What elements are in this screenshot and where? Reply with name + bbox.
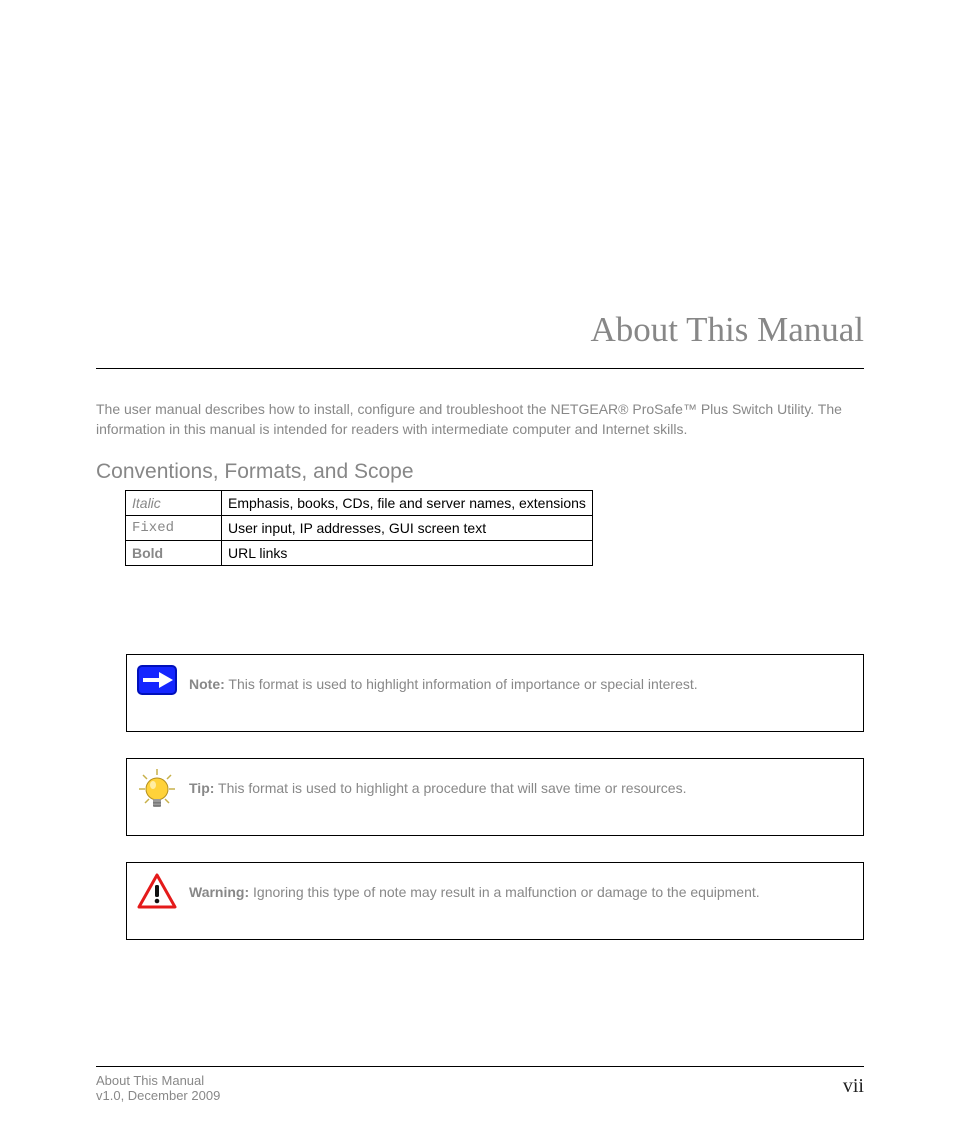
tip-body: This format is used to highlight a proce…: [218, 780, 686, 796]
style-bold: Bold: [126, 541, 222, 566]
table-row: Bold URL links: [126, 541, 593, 566]
table-row: Italic Emphasis, books, CDs, file and se…: [126, 491, 593, 516]
desc-bold: URL links: [222, 541, 593, 566]
page-title: About This Manual: [100, 310, 864, 350]
warning-text: Warning: Ignoring this type of note may …: [187, 863, 863, 922]
arrow-icon: [127, 655, 187, 705]
title-rule: [96, 368, 864, 369]
footer-rule: [96, 1066, 864, 1067]
intro-paragraph: The user manual describes how to install…: [96, 400, 864, 439]
table-row: Fixed User input, IP addresses, GUI scre…: [126, 516, 593, 541]
tip-label: Tip:: [189, 780, 214, 796]
section-conventions-title: Conventions, Formats, and Scope: [96, 460, 414, 484]
style-italic: Italic: [126, 491, 222, 516]
page-number: vii: [843, 1075, 864, 1098]
desc-fixed: User input, IP addresses, GUI screen tex…: [222, 516, 593, 541]
tip-box: Tip: This format is used to highlight a …: [126, 758, 864, 836]
tip-text: Tip: This format is used to highlight a …: [187, 759, 863, 818]
warning-body: Ignoring this type of note may result in…: [253, 884, 760, 900]
note-body: This format is used to highlight informa…: [228, 676, 697, 692]
footer-title: About This Manual v1.0, December 2009: [96, 1073, 220, 1103]
desc-italic: Emphasis, books, CDs, file and server na…: [222, 491, 593, 516]
note-text: Note: This format is used to highlight i…: [187, 655, 863, 714]
note-label: Note:: [189, 676, 225, 692]
warning-label: Warning:: [189, 884, 249, 900]
warning-box: Warning: Ignoring this type of note may …: [126, 862, 864, 940]
lightbulb-icon: [127, 759, 187, 823]
typographical-conventions-table: Italic Emphasis, books, CDs, file and se…: [125, 490, 593, 566]
warning-icon: [127, 863, 187, 919]
note-box: Note: This format is used to highlight i…: [126, 654, 864, 732]
style-fixed: Fixed: [126, 516, 222, 541]
document-page: About This Manual The user manual descri…: [0, 0, 954, 1145]
